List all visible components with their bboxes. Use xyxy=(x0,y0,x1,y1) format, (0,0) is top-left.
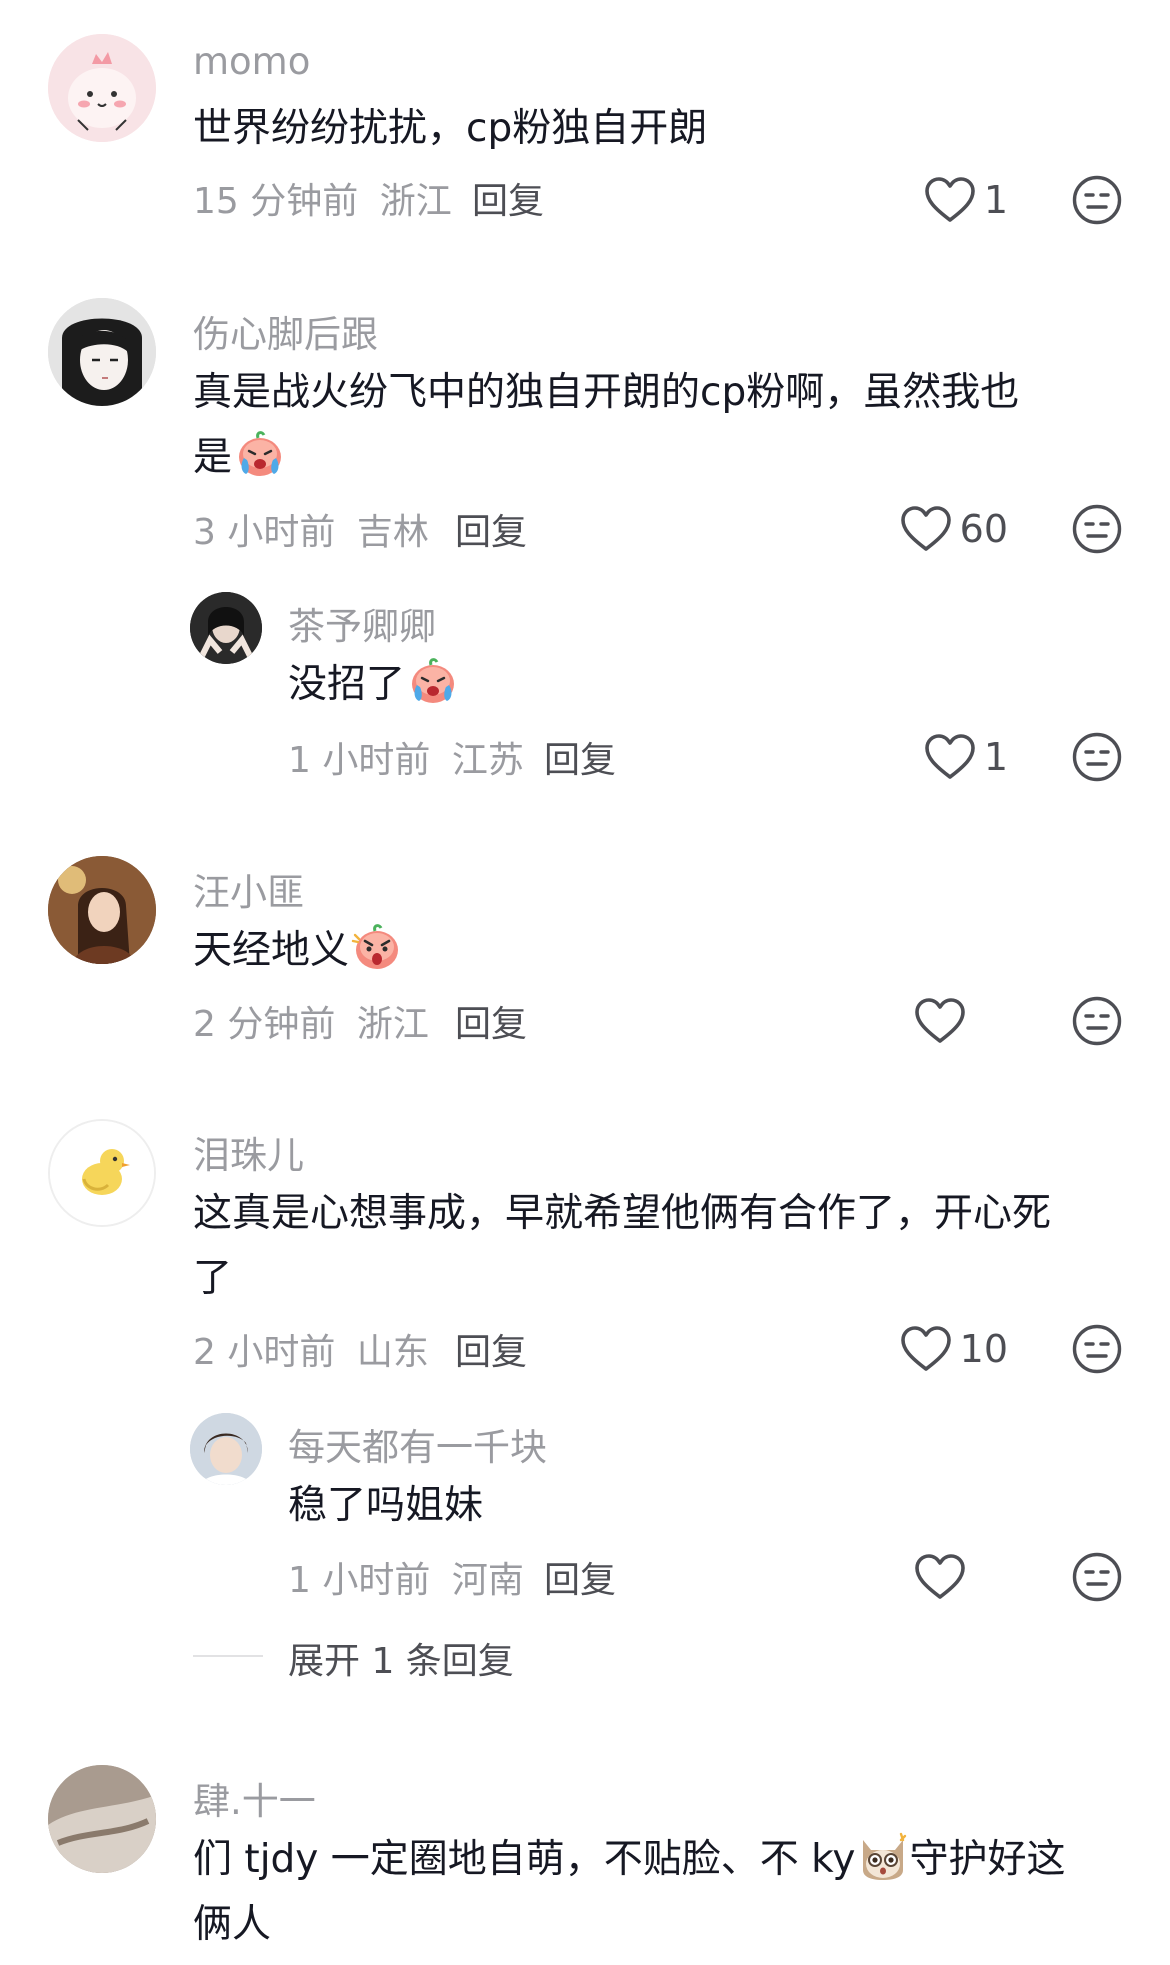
comment-text: 这真是心想事成，早就希望他俩有合作了，开心死 了 xyxy=(193,1191,1052,1301)
like-button[interactable]: 1 xyxy=(924,172,1008,228)
reply-username[interactable]: 茶予卿卿 xyxy=(288,596,436,650)
like-count: 1 xyxy=(983,735,1008,779)
like-button[interactable]: 1 xyxy=(924,729,1008,785)
neutral-face-icon[interactable] xyxy=(1071,1323,1123,1375)
reply-button[interactable]: 回复 xyxy=(544,1551,616,1603)
comment-time: 15 分钟前 xyxy=(193,181,359,222)
expand-divider xyxy=(193,1655,263,1657)
expand-replies-button[interactable]: 展开 1 条回复 xyxy=(288,1632,514,1684)
heart-outline-icon xyxy=(914,997,966,1045)
comment-text: 真是战火纷飞中的独自开朗的cp粉啊，虽然我也 是 xyxy=(193,370,1020,480)
comment-meta: 3 小时前 吉林 xyxy=(193,503,429,555)
reply-text: 稳了吗姐妹 xyxy=(288,1483,484,1528)
avatar[interactable] xyxy=(190,592,262,664)
like-count: 60 xyxy=(959,507,1008,551)
comment-username[interactable]: 汪小匪 xyxy=(193,862,304,916)
avatar[interactable] xyxy=(48,1119,156,1227)
shocked-cat-emoji xyxy=(857,1830,909,1882)
like-button[interactable]: 10 xyxy=(900,1321,1008,1377)
comment-username[interactable]: 肆.十一 xyxy=(193,1771,316,1825)
comment-location: 吉林 xyxy=(356,512,429,553)
shouting-face-emoji xyxy=(351,921,403,973)
heart-outline-icon xyxy=(900,505,952,553)
comment-location: 浙江 xyxy=(356,1004,429,1045)
reply-meta: 1 小时前 河南 xyxy=(288,1551,524,1603)
comment-meta: 2 小时前 山东 xyxy=(193,1323,429,1375)
comment-meta: 15 分钟前 浙江 xyxy=(193,172,452,224)
comment-text: 世界纷纷扰扰，cp粉独自开朗 xyxy=(193,106,708,151)
comment-username[interactable]: momo xyxy=(193,40,310,83)
like-button[interactable] xyxy=(914,1549,974,1605)
reply-button[interactable]: 回复 xyxy=(544,731,616,783)
comment-username[interactable]: 泪珠儿 xyxy=(193,1125,304,1179)
reply-button[interactable]: 回复 xyxy=(455,1323,527,1375)
like-count: 1 xyxy=(983,178,1008,222)
comment-meta: 2 分钟前 浙江 xyxy=(193,995,429,1047)
avatar[interactable] xyxy=(190,1413,262,1485)
heart-outline-icon xyxy=(924,733,976,781)
neutral-face-icon[interactable] xyxy=(1071,503,1123,555)
neutral-face-icon[interactable] xyxy=(1071,731,1123,783)
reply-location: 江苏 xyxy=(451,740,524,781)
comment-text: 们 tjdy 一定圈地自萌，不贴脸、不 ky 守护好这 俩人 xyxy=(193,1827,1123,1957)
like-button[interactable] xyxy=(914,993,974,1049)
reply-button[interactable]: 回复 xyxy=(455,503,527,555)
neutral-face-icon[interactable] xyxy=(1071,995,1123,1047)
comment-username[interactable]: 伤心脚后跟 xyxy=(193,304,378,358)
reply-location: 河南 xyxy=(451,1560,524,1601)
reply-time: 1 小时前 xyxy=(288,740,431,781)
avatar[interactable] xyxy=(48,298,156,406)
comment-text: 天经地义 xyxy=(193,918,403,983)
avatar[interactable] xyxy=(48,856,156,964)
reply-username[interactable]: 每天都有一千块 xyxy=(288,1417,547,1471)
comment-location: 浙江 xyxy=(379,181,452,222)
crying-face-emoji xyxy=(234,428,286,480)
comment-time: 3 小时前 xyxy=(193,512,336,553)
crying-face-emoji xyxy=(407,655,459,707)
reply-text: 没招了 xyxy=(288,652,459,717)
like-count: 10 xyxy=(959,1327,1008,1371)
reply-button[interactable]: 回复 xyxy=(472,172,544,224)
comment-location: 山东 xyxy=(356,1332,429,1373)
avatar[interactable] xyxy=(48,34,156,142)
avatar[interactable] xyxy=(48,1765,156,1873)
heart-outline-icon xyxy=(924,176,976,224)
neutral-face-icon[interactable] xyxy=(1071,1551,1123,1603)
reply-button[interactable]: 回复 xyxy=(455,995,527,1047)
neutral-face-icon[interactable] xyxy=(1071,174,1123,226)
comment-time: 2 小时前 xyxy=(193,1332,336,1373)
reply-meta: 1 小时前 江苏 xyxy=(288,731,524,783)
comment-time: 2 分钟前 xyxy=(193,1004,336,1045)
heart-outline-icon xyxy=(900,1325,952,1373)
heart-outline-icon xyxy=(914,1553,966,1601)
like-button[interactable]: 60 xyxy=(900,501,1008,557)
reply-time: 1 小时前 xyxy=(288,1560,431,1601)
